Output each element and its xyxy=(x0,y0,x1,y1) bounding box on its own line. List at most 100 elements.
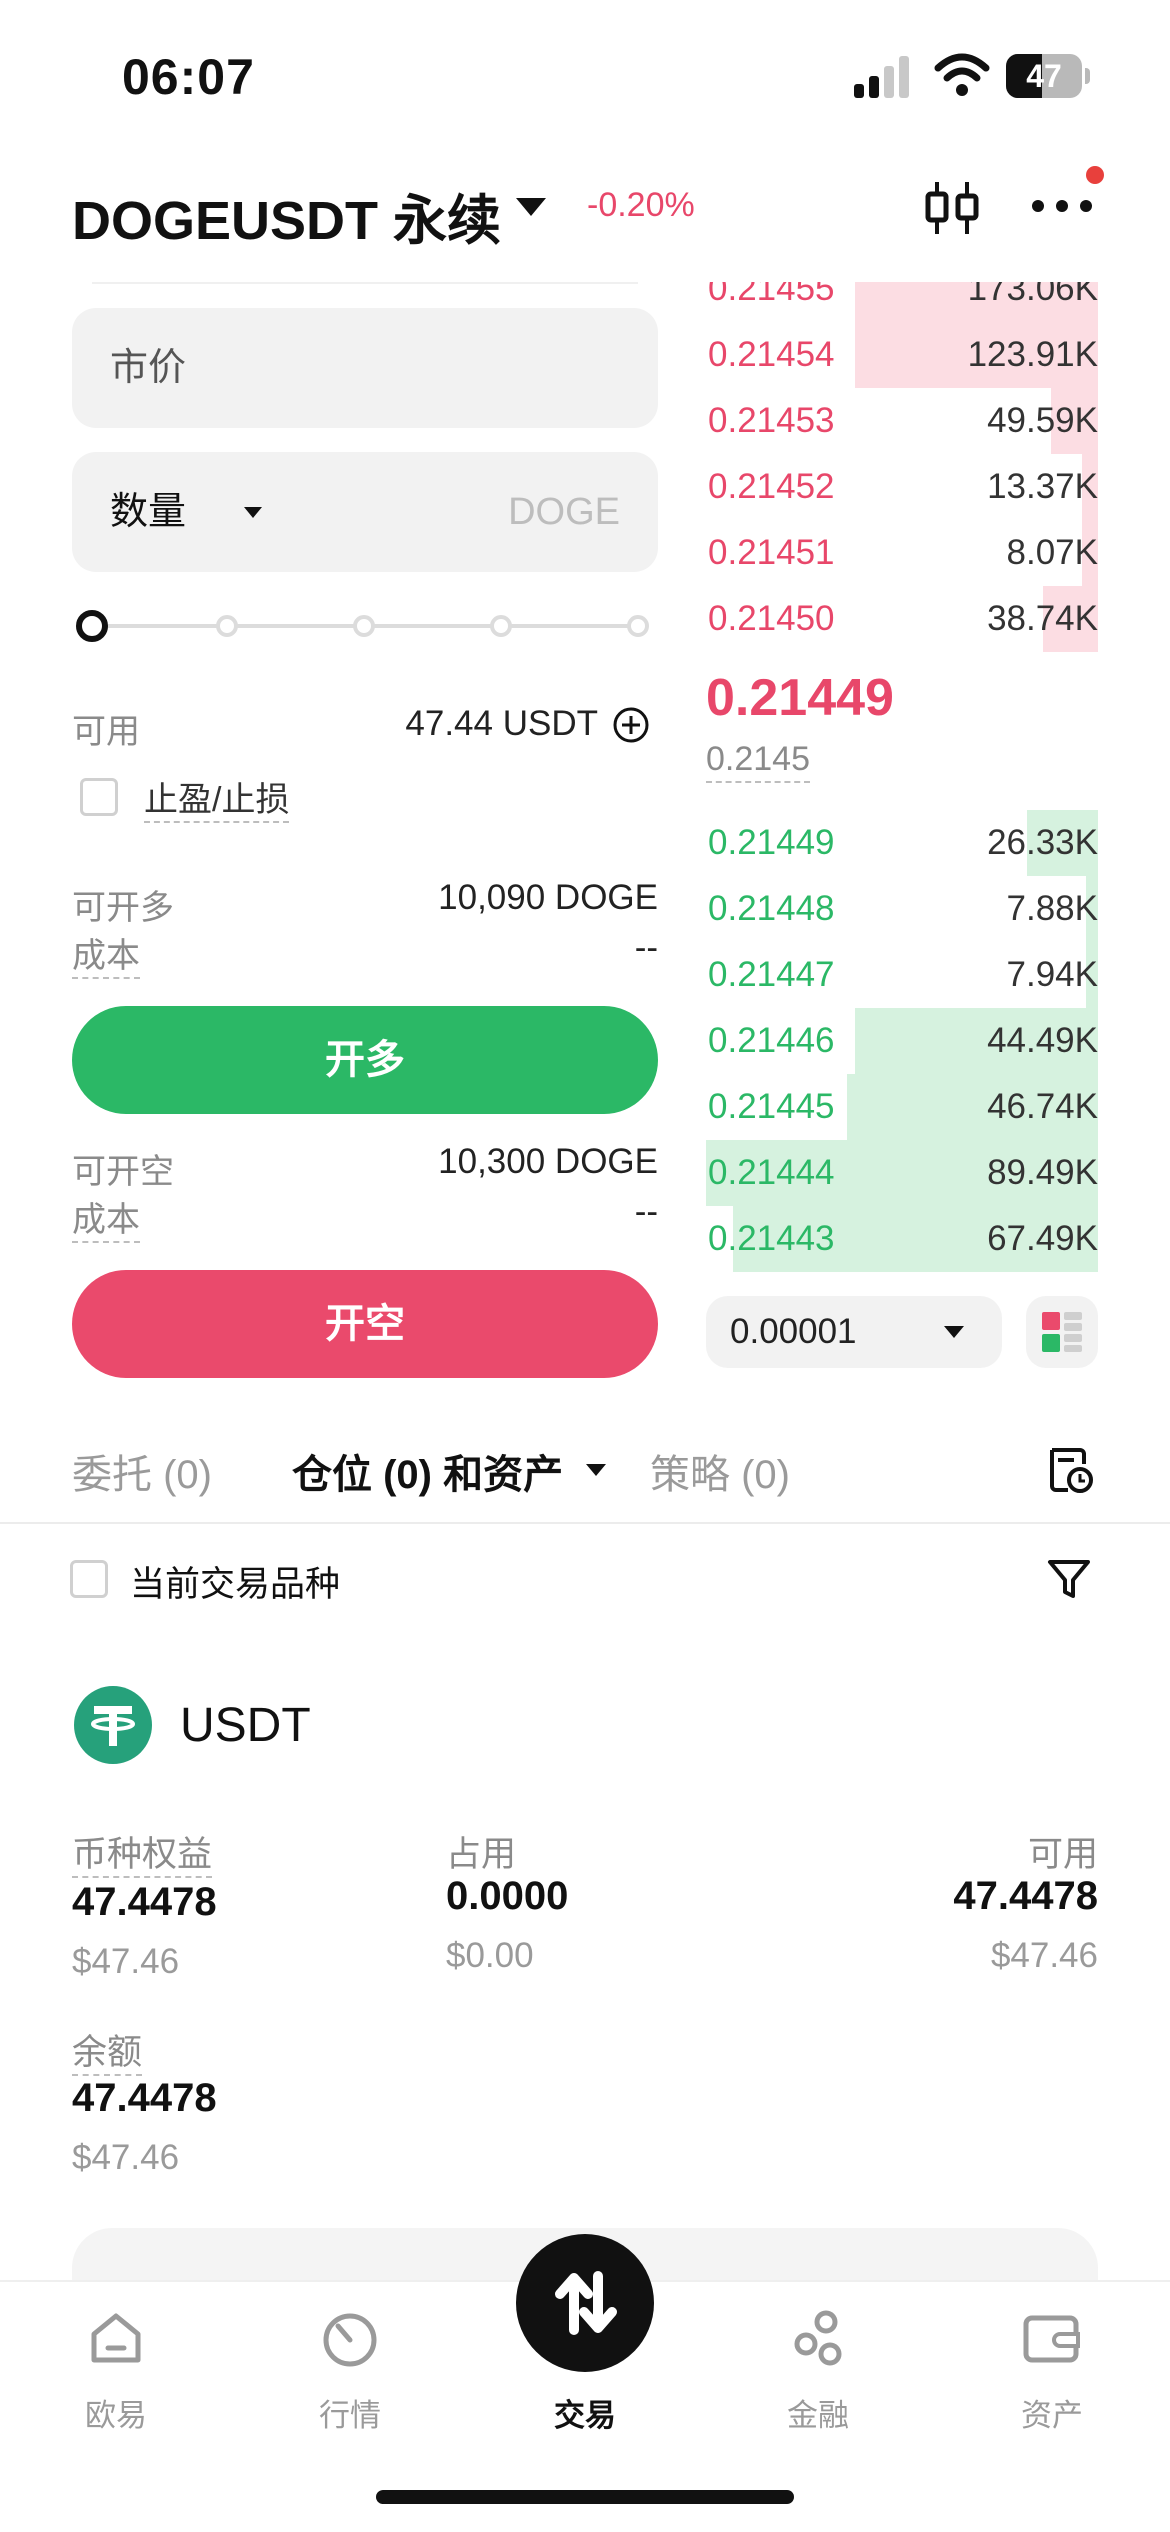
mark-price: 0.2145 xyxy=(706,740,810,783)
trade-button[interactable] xyxy=(516,2234,654,2372)
long-cost-value: -- xyxy=(634,928,658,967)
balance-label: 余额 xyxy=(72,2024,143,2076)
max-short-value: 10,300 DOGE xyxy=(438,1142,658,1181)
tpsl-checkbox[interactable] xyxy=(80,778,118,816)
equity-usd: $47.46 xyxy=(72,1942,180,1981)
nav-finance[interactable]: 金融 xyxy=(738,2282,898,2433)
bid-row[interactable]: 0.21448 7.88K xyxy=(706,876,1098,942)
slider-node-25[interactable] xyxy=(216,615,238,637)
slider-node-75[interactable] xyxy=(490,615,512,637)
asset-coin-name: USDT xyxy=(180,1699,311,1752)
nav-home[interactable]: 欧易 xyxy=(36,2282,196,2433)
book-layout-icon xyxy=(1042,1312,1082,1352)
nav-markets[interactable]: 行情 xyxy=(270,2282,430,2433)
bid-row[interactable]: 0.21449 26.33K xyxy=(706,810,1098,876)
candlestick-chart-icon[interactable] xyxy=(922,178,982,238)
available-asset-usd: $47.46 xyxy=(990,1936,1098,1975)
quantity-input[interactable]: 数量 DOGE xyxy=(72,452,658,572)
trade-arrows-icon xyxy=(555,2271,617,2335)
ask-price: 0.21455 xyxy=(708,269,835,308)
ask-quantity: 49.59K xyxy=(987,401,1098,440)
used-value: 0.0000 xyxy=(446,1874,569,1918)
order-book-layout-button[interactable] xyxy=(1026,1296,1098,1368)
max-long-label: 可开多 xyxy=(72,889,174,927)
bid-quantity: 26.33K xyxy=(987,823,1098,862)
ask-price: 0.21453 xyxy=(708,401,835,440)
current-symbol-label[interactable]: 当前交易品种 xyxy=(130,1556,340,1607)
bid-row[interactable]: 0.21446 44.49K xyxy=(706,1008,1098,1074)
equity-value: 47.4478 xyxy=(72,1880,217,1924)
current-symbol-checkbox[interactable] xyxy=(70,1560,108,1598)
order-type-value: 市价 xyxy=(110,347,187,389)
open-short-button[interactable]: 开空 xyxy=(72,1270,658,1378)
ask-quantity: 123.91K xyxy=(967,335,1098,374)
bid-row[interactable]: 0.21445 46.74K xyxy=(706,1074,1098,1140)
bid-quantity: 44.49K xyxy=(987,1021,1098,1060)
filter-icon[interactable] xyxy=(1046,1556,1092,1602)
symbol-dropdown-icon[interactable] xyxy=(516,198,546,216)
ask-quantity: 38.74K xyxy=(987,599,1098,638)
bid-price: 0.21449 xyxy=(708,823,835,862)
bid-row[interactable]: 0.21444 89.49K xyxy=(706,1140,1098,1206)
slider-knob[interactable] xyxy=(76,610,108,642)
tpsl-label[interactable]: 止盈/止损 xyxy=(144,772,290,823)
bid-price: 0.21443 xyxy=(708,1219,835,1258)
chevron-down-icon xyxy=(944,1326,964,1338)
symbol-selector[interactable]: DOGEUSDT 永续 xyxy=(72,176,501,255)
ask-row[interactable]: 0.21455 173.06K xyxy=(706,269,1098,322)
bid-quantity: 7.94K xyxy=(1006,955,1098,994)
balance-label-text: 余额 xyxy=(72,2033,143,2076)
bid-row[interactable]: 0.21447 7.94K xyxy=(706,942,1098,1008)
nav-home-label: 欧易 xyxy=(85,2398,147,2433)
transfer-plus-icon[interactable] xyxy=(612,706,650,744)
ask-price: 0.21451 xyxy=(708,533,835,572)
positions-dropdown-icon[interactable] xyxy=(586,1464,606,1476)
order-type-select[interactable]: 市价 xyxy=(72,308,658,428)
ask-row[interactable]: 0.21450 38.74K xyxy=(706,586,1098,652)
battery-icon: 47 xyxy=(1006,54,1090,98)
ask-row[interactable]: 0.21453 49.59K xyxy=(706,388,1098,454)
price-change-percent: -0.20% xyxy=(587,186,695,224)
slider-node-50[interactable] xyxy=(353,615,375,637)
ask-quantity: 13.37K xyxy=(987,467,1098,506)
more-options-icon[interactable] xyxy=(1030,180,1094,230)
tab-orders[interactable]: 委托 (0) xyxy=(72,1442,212,1500)
nav-assets[interactable]: 资产 xyxy=(972,2282,1132,2433)
battery-level-text: 47 xyxy=(1026,58,1062,94)
max-short-label: 可开空 xyxy=(72,1153,174,1191)
bid-row[interactable]: 0.21443 67.49K xyxy=(706,1206,1098,1272)
price-precision-select[interactable]: 0.00001 xyxy=(706,1296,1002,1368)
finance-icon xyxy=(794,2310,842,2366)
status-time: 06:07 xyxy=(122,49,255,105)
available-asset-value: 47.4478 xyxy=(953,1874,1098,1918)
tpsl-label-text[interactable]: 止盈/止损 xyxy=(144,781,290,823)
available-value: 47.44 USDT xyxy=(405,704,598,743)
tab-positions-assets[interactable]: 仓位 (0) 和资产 xyxy=(292,1442,563,1500)
nav-markets-label: 行情 xyxy=(319,2398,381,2433)
form-divider xyxy=(92,282,638,284)
usdt-coin-icon xyxy=(74,1686,152,1764)
ask-row[interactable]: 0.21451 8.07K xyxy=(706,520,1098,586)
bid-price: 0.21447 xyxy=(708,955,835,994)
ask-row[interactable]: 0.21452 13.37K xyxy=(706,454,1098,520)
notification-dot xyxy=(1086,166,1104,184)
quantity-label[interactable]: 数量 xyxy=(110,452,186,572)
ask-row[interactable]: 0.21454 123.91K xyxy=(706,322,1098,388)
short-cost-label: 成本 xyxy=(72,1192,140,1243)
quantity-slider[interactable] xyxy=(72,608,658,644)
order-history-icon[interactable] xyxy=(1044,1442,1094,1494)
bid-quantity: 89.49K xyxy=(987,1153,1098,1192)
tabs-divider xyxy=(0,1522,1170,1524)
bid-price: 0.21445 xyxy=(708,1087,835,1126)
tab-strategies[interactable]: 策略 (0) xyxy=(650,1442,790,1500)
max-long-value: 10,090 DOGE xyxy=(438,878,658,917)
orders-tabs: 委托 (0) 仓位 (0) 和资产 策略 (0) xyxy=(0,1430,1170,1526)
slider-node-100[interactable] xyxy=(627,615,649,637)
open-long-button[interactable]: 开多 xyxy=(72,1006,658,1114)
long-cost-label: 成本 xyxy=(72,928,140,979)
quantity-unit-dropdown-icon[interactable] xyxy=(244,507,262,518)
price-precision-value: 0.00001 xyxy=(730,1312,857,1351)
wallet-icon xyxy=(1023,2315,1080,2363)
ask-quantity: 173.06K xyxy=(967,269,1098,308)
bid-quantity: 67.49K xyxy=(987,1219,1098,1258)
